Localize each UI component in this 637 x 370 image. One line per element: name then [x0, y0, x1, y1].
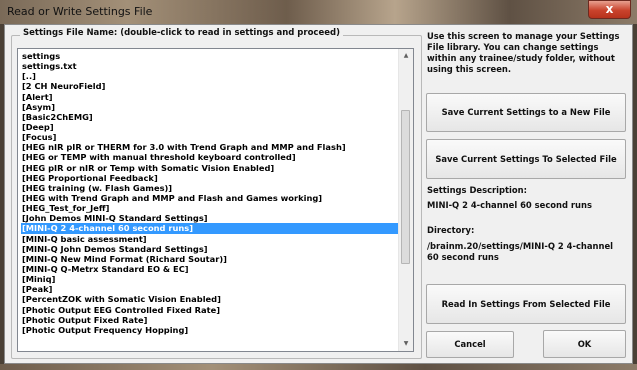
info-text: Use this screen to manage your Settings …: [427, 31, 620, 74]
list-item[interactable]: [Asym]: [21, 102, 401, 112]
list-item[interactable]: [Peak]: [21, 284, 401, 294]
list-item[interactable]: [Alert]: [21, 92, 401, 102]
read-settings-button[interactable]: Read In Settings From Selected File: [426, 284, 626, 324]
list-item[interactable]: [HEG with Trend Graph and MMP and Flash …: [21, 193, 401, 203]
list-item[interactable]: [Deep]: [21, 122, 401, 132]
scroll-up-icon[interactable]: ▲: [399, 49, 413, 63]
dialog-body: Settings File Name: (double-click to rea…: [4, 24, 633, 364]
save-new-file-button[interactable]: Save Current Settings to a New File: [426, 93, 626, 132]
list-item[interactable]: [MINI-Q 2 4-channel 60 second runs]: [21, 223, 401, 234]
description-value: MINI-Q 2 4-channel 60 second runs: [427, 200, 592, 210]
list-item[interactable]: [MINI-Q basic assessment]: [21, 234, 401, 244]
list-item[interactable]: [..]: [21, 71, 401, 81]
list-item[interactable]: [HEG or TEMP with manual threshold keybo…: [21, 152, 401, 162]
list-item[interactable]: [MINI-Q John Demos Standard Settings]: [21, 244, 401, 254]
ok-button[interactable]: OK: [543, 330, 626, 358]
list-item[interactable]: [PercentZOK with Somatic Vision Enabled]: [21, 294, 401, 304]
list-item[interactable]: [HEG nIR pIR or THERM for 3.0 with Trend…: [21, 142, 401, 152]
list-item[interactable]: [MINI-Q Q-Metrx Standard EO & EC]: [21, 264, 401, 274]
scroll-down-icon[interactable]: ▼: [399, 337, 413, 351]
list-item[interactable]: [Photic Output Fixed Rate]: [21, 315, 401, 325]
list-item[interactable]: [Miniq]: [21, 274, 401, 284]
list-item[interactable]: [Photic Output EEG Controlled Fixed Rate…: [21, 305, 401, 315]
description-label: Settings Description:: [427, 185, 527, 195]
list-item[interactable]: [HEG Proportional Feedback]: [21, 173, 401, 183]
scroll-thumb[interactable]: [401, 110, 410, 264]
list-item[interactable]: settings: [21, 51, 401, 61]
list-items: settings settings.txt [..] [2 CH NeuroField…: [21, 51, 401, 335]
list-item[interactable]: [Basic2ChEMG]: [21, 112, 401, 122]
list-item[interactable]: [MINI-Q New Mind Format (Richard Soutar)…: [21, 254, 401, 264]
close-button[interactable]: x: [588, 0, 631, 19]
list-item[interactable]: [HEG training (w. Flash Games)]: [21, 183, 401, 193]
list-item[interactable]: settings.txt: [21, 61, 401, 71]
settings-dialog: Read or Write Settings File x Settings F…: [0, 0, 637, 370]
list-item[interactable]: [HEG_Test_for_Jeff]: [21, 203, 401, 213]
list-item[interactable]: [Photic Output Frequency Hopping]: [21, 325, 401, 335]
settings-file-list[interactable]: settings settings.txt [..] [2 CH NeuroField…: [17, 48, 414, 352]
window-bottom-edge: [0, 364, 637, 370]
save-selected-file-button[interactable]: Save Current Settings To Selected File: [426, 139, 626, 179]
list-item[interactable]: [John Demos MINI-Q Standard Settings]: [21, 213, 401, 223]
group-label: Settings File Name: (double-click to rea…: [20, 28, 343, 38]
list-item[interactable]: [Focus]: [21, 132, 401, 142]
directory-label: Directory:: [427, 225, 475, 235]
settings-file-group: Settings File Name: (double-click to rea…: [11, 28, 422, 359]
title-bar[interactable]: Read or Write Settings File x: [0, 0, 637, 24]
window-title: Read or Write Settings File: [7, 5, 153, 18]
list-item[interactable]: [HEG pIR or nIR or Temp with Somatic Vis…: [21, 163, 401, 173]
list-item[interactable]: [2 CH NeuroField]: [21, 81, 401, 91]
vertical-scrollbar[interactable]: ▲ ▼: [398, 49, 413, 351]
directory-value: /brainm.20/settings/MINI-Q 2 4-channel 6…: [427, 241, 614, 262]
cancel-button[interactable]: Cancel: [426, 331, 514, 358]
